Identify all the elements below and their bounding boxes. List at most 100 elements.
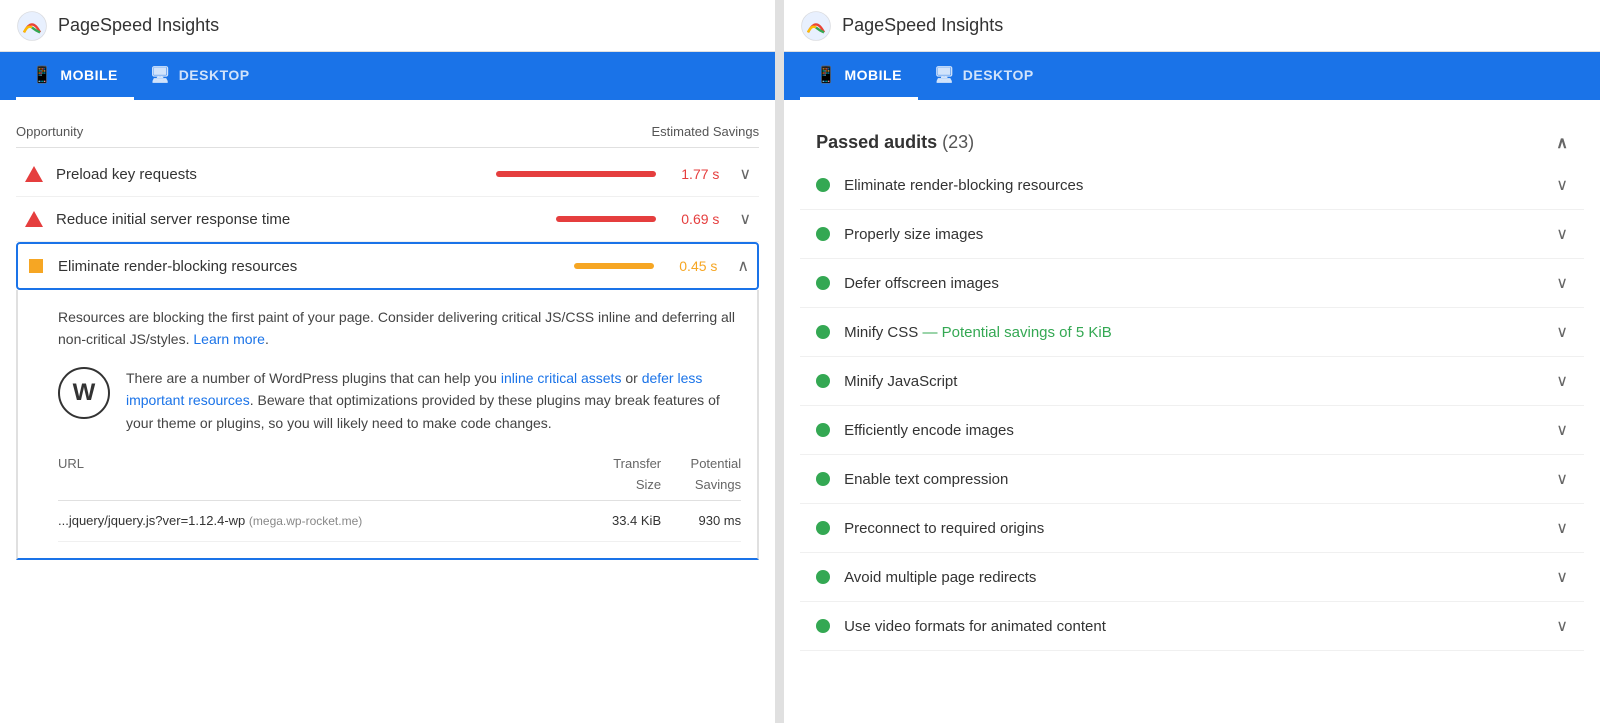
left-panel: PageSpeed Insights 📱 MOBILE 🖥 DESKTOP Op… — [0, 0, 776, 723]
learn-more-link[interactable]: Learn more — [193, 331, 265, 347]
render-blocking-bar — [574, 263, 654, 269]
passed-row-8[interactable]: Avoid multiple page redirects ∨ — [800, 553, 1584, 602]
url-table: URL TransferSize PotentialSavings ...jqu… — [58, 450, 741, 542]
minify-css-savings: — Potential savings of 5 KiB — [922, 324, 1111, 341]
desktop-icon: 🖥 — [150, 65, 171, 85]
passed-audits-header: Passed audits (23) ∧ — [800, 116, 1584, 161]
audit-row-preload[interactable]: Preload key requests 1.77 s ∨ — [16, 152, 759, 197]
preload-savings: 1.77 s — [664, 166, 719, 182]
passed-label-9: Use video formats for animated content — [844, 618, 1548, 635]
green-dot-6 — [816, 472, 830, 486]
right-mobile-label: MOBILE — [845, 67, 902, 83]
inline-critical-link[interactable]: inline critical assets — [501, 370, 622, 386]
passed-row-4[interactable]: Minify JavaScript ∨ — [800, 357, 1584, 406]
passed-label-8: Avoid multiple page redirects — [844, 569, 1548, 586]
right-tab-bar: 📱 MOBILE 🖥 DESKTOP — [784, 52, 1600, 100]
passed-row-1[interactable]: Properly size images ∨ — [800, 210, 1584, 259]
url-size-0: 33.4 KiB — [581, 511, 661, 532]
opportunity-header: Opportunity — [16, 124, 83, 139]
wordpress-block: W There are a number of WordPress plugin… — [58, 367, 741, 434]
right-tab-desktop[interactable]: 🖥 DESKTOP — [918, 52, 1050, 100]
audit-row-server[interactable]: Reduce initial server response time 0.69… — [16, 197, 759, 242]
passed-label-7: Preconnect to required origins — [844, 520, 1548, 537]
expanded-description: Resources are blocking the first paint o… — [58, 306, 741, 351]
right-content: Passed audits (23) ∧ Eliminate render-bl… — [784, 100, 1600, 723]
wp-text-before: There are a number of WordPress plugins … — [126, 370, 501, 386]
right-app-header: PageSpeed Insights — [784, 0, 1600, 52]
left-app-title: PageSpeed Insights — [58, 15, 219, 36]
passed-audits-chevron[interactable]: ∧ — [1556, 133, 1568, 153]
passed-label-5: Efficiently encode images — [844, 422, 1548, 439]
green-dot-9 — [816, 619, 830, 633]
server-bar-container: 0.69 s — [556, 211, 719, 227]
url-savings-0: 930 ms — [661, 511, 741, 532]
green-dot-5 — [816, 423, 830, 437]
passed-row-5[interactable]: Efficiently encode images ∨ — [800, 406, 1584, 455]
render-blocking-bar-container: 0.45 s — [574, 258, 717, 274]
passed-row-6[interactable]: Enable text compression ∨ — [800, 455, 1584, 504]
green-dot-3 — [816, 325, 830, 339]
right-desktop-icon: 🖥 — [934, 65, 955, 85]
url-row-0: ...jquery/jquery.js?ver=1.12.4-wp (mega.… — [58, 501, 741, 543]
passed-row-7[interactable]: Preconnect to required origins ∨ — [800, 504, 1584, 553]
green-dot-1 — [816, 227, 830, 241]
render-blocking-icon — [26, 256, 46, 276]
render-blocking-savings: 0.45 s — [662, 258, 717, 274]
right-app-title: PageSpeed Insights — [842, 15, 1003, 36]
preload-label: Preload key requests — [56, 166, 496, 183]
table-header: Opportunity Estimated Savings — [16, 116, 759, 148]
url-source-0: (mega.wp-rocket.me) — [249, 514, 362, 528]
url-col-header: URL — [58, 454, 581, 496]
left-tab-bar: 📱 MOBILE 🖥 DESKTOP — [0, 52, 775, 100]
right-tab-mobile[interactable]: 📱 MOBILE — [800, 52, 918, 100]
passed-chevron-6: ∨ — [1556, 469, 1568, 489]
passed-chevron-1: ∨ — [1556, 224, 1568, 244]
passed-label-6: Enable text compression — [844, 471, 1548, 488]
right-mobile-icon: 📱 — [816, 65, 836, 85]
passed-count: (23) — [942, 132, 974, 152]
right-pagespeed-logo — [800, 10, 832, 42]
passed-row-2[interactable]: Defer offscreen images ∨ — [800, 259, 1584, 308]
render-blocking-chevron: ∧ — [737, 256, 749, 276]
server-icon — [24, 209, 44, 229]
passed-chevron-4: ∨ — [1556, 371, 1568, 391]
passed-label-3: Minify CSS — Potential savings of 5 KiB — [844, 324, 1548, 341]
green-dot-2 — [816, 276, 830, 290]
audit-row-render-blocking[interactable]: Eliminate render-blocking resources 0.45… — [16, 242, 759, 290]
left-desktop-label: DESKTOP — [179, 67, 250, 83]
passed-chevron-8: ∨ — [1556, 567, 1568, 587]
left-mobile-label: MOBILE — [60, 67, 117, 83]
preload-bar-container: 1.77 s — [496, 166, 719, 182]
preload-icon — [24, 164, 44, 184]
passed-label-2: Defer offscreen images — [844, 275, 1548, 292]
passed-chevron-5: ∨ — [1556, 420, 1568, 440]
passed-row-3[interactable]: Minify CSS — Potential savings of 5 KiB … — [800, 308, 1584, 357]
mobile-icon: 📱 — [32, 65, 52, 85]
potential-savings-header: PotentialSavings — [661, 454, 741, 496]
right-panel: PageSpeed Insights 📱 MOBILE 🖥 DESKTOP Pa… — [784, 0, 1600, 723]
passed-label-0: Eliminate render-blocking resources — [844, 177, 1548, 194]
wordpress-logo: W — [58, 367, 110, 419]
pagespeed-logo — [16, 10, 48, 42]
render-blocking-label: Eliminate render-blocking resources — [58, 258, 574, 275]
passed-chevron-0: ∨ — [1556, 175, 1568, 195]
passed-row-0[interactable]: Eliminate render-blocking resources ∨ — [800, 161, 1584, 210]
passed-chevron-9: ∨ — [1556, 616, 1568, 636]
green-dot-0 — [816, 178, 830, 192]
left-app-header: PageSpeed Insights — [0, 0, 775, 52]
left-tab-mobile[interactable]: 📱 MOBILE — [16, 52, 134, 100]
passed-row-9[interactable]: Use video formats for animated content ∨ — [800, 602, 1584, 651]
green-dot-8 — [816, 570, 830, 584]
panel-divider — [776, 0, 784, 723]
passed-label-4: Minify JavaScript — [844, 373, 1548, 390]
server-label: Reduce initial server response time — [56, 211, 556, 228]
left-content: Opportunity Estimated Savings Preload ke… — [0, 100, 775, 723]
left-tab-desktop[interactable]: 🖥 DESKTOP — [134, 52, 266, 100]
expanded-detail: Resources are blocking the first paint o… — [16, 290, 759, 560]
preload-chevron: ∨ — [739, 164, 751, 184]
preload-bar — [496, 171, 656, 177]
wp-text-content: There are a number of WordPress plugins … — [126, 367, 741, 434]
right-desktop-label: DESKTOP — [963, 67, 1034, 83]
server-savings: 0.69 s — [664, 211, 719, 227]
passed-label-1: Properly size images — [844, 226, 1548, 243]
